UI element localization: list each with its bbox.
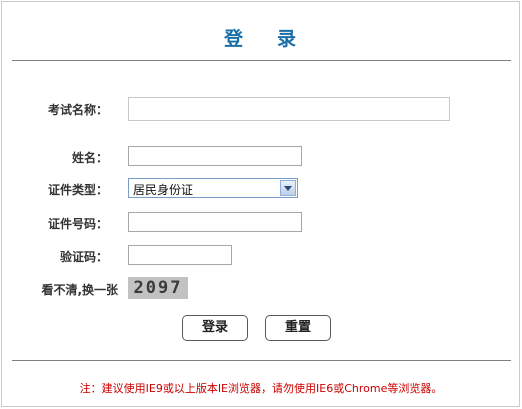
id-type-label: 证件类型： [47,183,108,197]
login-panel [1,1,520,407]
browser-note: 注：建议使用IE9或以上版本IE浏览器，请勿使用IE6或Chrome等浏览器。 [79,382,443,395]
id-number-label: 证件号码： [47,217,108,231]
title-char-2: 录 [277,28,299,50]
captcha-image[interactable]: 2097 [128,277,188,299]
id-type-select[interactable]: 居民身份证 [128,178,298,198]
reset-button[interactable]: 重置 [265,315,331,341]
name-input[interactable] [128,146,302,166]
bottom-divider [12,360,511,361]
captcha-input[interactable] [128,245,232,265]
name-label: 姓名： [71,151,108,165]
id-type-selected: 居民身份证 [133,183,194,197]
exam-name-input[interactable] [128,97,450,121]
chevron-down-icon [284,186,292,191]
captcha-label: 验证码： [59,250,108,264]
top-divider [12,60,511,61]
title-char-1: 登 [223,28,245,50]
page-title: 登录 [0,24,522,51]
login-button[interactable]: 登录 [182,315,248,341]
exam-name-label: 考试名称： [47,103,108,117]
refresh-captcha-link[interactable]: 看不清,换一张 [12,281,118,298]
id-number-input[interactable] [128,212,302,232]
dropdown-button[interactable] [280,180,296,196]
